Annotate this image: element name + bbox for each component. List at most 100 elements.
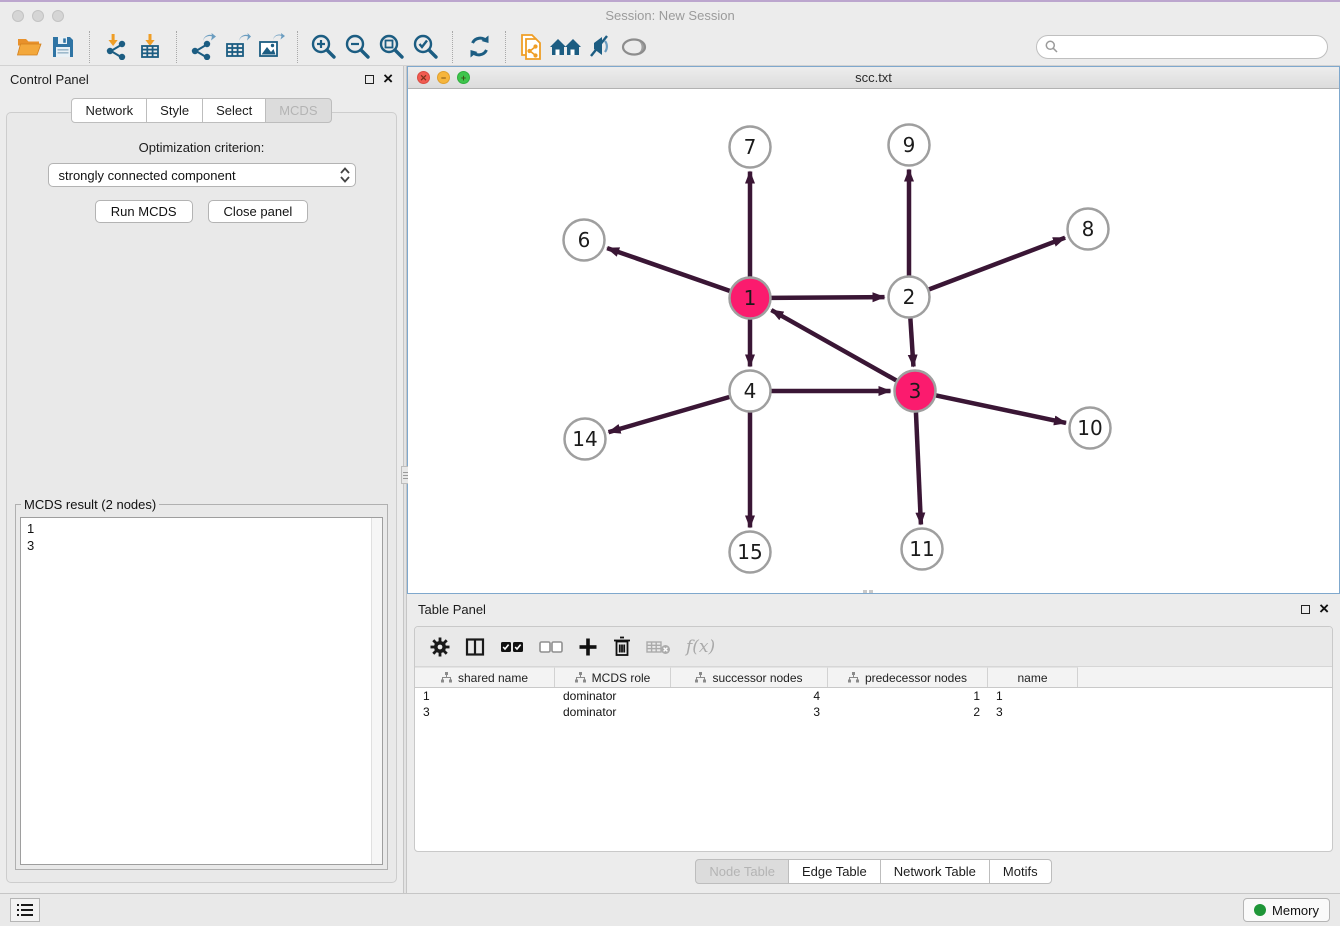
tab-select[interactable]: Select — [202, 98, 266, 123]
close-panel-icon[interactable]: × — [383, 74, 393, 84]
cell-successor-nodes[interactable]: 4 — [671, 688, 828, 704]
cell-mcds-role[interactable]: dominator — [555, 688, 671, 704]
zoom-in-icon[interactable] — [307, 31, 341, 63]
network-canvas[interactable]: 1 2 3 4 6 7 8 9 10 11 14 15 — [408, 89, 1339, 593]
export-table-icon[interactable] — [220, 31, 254, 63]
import-public-network-icon[interactable] — [515, 31, 549, 63]
column-header-mcds-role[interactable]: MCDS role — [555, 667, 671, 687]
delete-column-icon[interactable] — [613, 636, 631, 657]
network-view-title: scc.txt — [408, 70, 1339, 85]
graph-edge-3-11[interactable] — [916, 412, 921, 524]
float-table-panel-icon[interactable] — [1301, 605, 1310, 614]
cell-shared-name[interactable]: 1 — [415, 688, 555, 704]
graph-node-6[interactable]: 6 — [564, 220, 605, 261]
zoom-out-icon[interactable] — [341, 31, 375, 63]
column-type-icon — [848, 672, 859, 683]
network-view-titlebar[interactable]: ✕ − + scc.txt — [408, 67, 1339, 89]
close-table-panel-icon[interactable]: × — [1319, 604, 1329, 614]
float-panel-icon[interactable] — [365, 75, 374, 84]
svg-text:6: 6 — [578, 228, 591, 252]
column-header-name[interactable]: name — [988, 667, 1078, 687]
zoom-fit-icon[interactable] — [375, 31, 409, 63]
svg-text:8: 8 — [1082, 217, 1095, 241]
mcds-result-list[interactable]: 1 3 — [20, 517, 383, 865]
graph-node-9[interactable]: 9 — [889, 125, 930, 166]
column-type-icon — [575, 672, 586, 683]
settings-gear-icon[interactable] — [430, 637, 450, 657]
select-all-icon[interactable] — [500, 637, 524, 657]
view-minimize-button[interactable]: − — [437, 71, 450, 84]
import-table-icon[interactable] — [133, 31, 167, 63]
view-maximize-button[interactable]: + — [457, 71, 470, 84]
eye-icon[interactable] — [617, 31, 651, 63]
tab-network-table[interactable]: Network Table — [880, 859, 990, 884]
deselect-all-icon[interactable] — [539, 637, 563, 657]
table-panel: Table Panel × f(x) — [407, 594, 1340, 893]
import-network-icon[interactable] — [99, 31, 133, 63]
search-input[interactable] — [1063, 39, 1319, 54]
graph-node-14[interactable]: 14 — [565, 419, 606, 460]
tab-style[interactable]: Style — [146, 98, 203, 123]
graph-node-4[interactable]: 4 — [730, 371, 771, 412]
task-history-button[interactable] — [10, 898, 40, 922]
criterion-select[interactable]: strongly connected component — [48, 163, 356, 187]
home-icon[interactable] — [549, 31, 583, 63]
cell-shared-name[interactable]: 3 — [415, 704, 555, 720]
svg-text:3: 3 — [909, 379, 922, 403]
graph-node-3[interactable]: 3 — [895, 371, 936, 412]
export-image-icon[interactable] — [254, 31, 288, 63]
graph-node-7[interactable]: 7 — [730, 127, 771, 168]
tab-motifs[interactable]: Motifs — [989, 859, 1052, 884]
column-header-successor-nodes[interactable]: successor nodes — [671, 667, 828, 687]
mcds-result-group: MCDS result (2 nodes) 1 3 — [15, 497, 388, 870]
toolbar-separator — [297, 31, 298, 63]
table-panel-title: Table Panel — [418, 602, 486, 617]
close-panel-button[interactable]: Close panel — [208, 200, 309, 223]
graph-edge-4-14[interactable] — [609, 397, 730, 432]
cell-predecessor-nodes[interactable]: 2 — [828, 704, 988, 720]
result-scrollbar[interactable] — [371, 518, 382, 864]
graph-edge-2-3[interactable] — [910, 318, 913, 366]
graph-node-8[interactable]: 8 — [1068, 209, 1109, 250]
run-mcds-button[interactable]: Run MCDS — [95, 200, 193, 223]
search-field[interactable] — [1036, 35, 1328, 59]
open-file-icon[interactable] — [12, 31, 46, 63]
graph-edge-2-8[interactable] — [929, 238, 1065, 290]
export-network-icon[interactable] — [186, 31, 220, 63]
tab-network[interactable]: Network — [71, 98, 147, 123]
cell-mcds-role[interactable]: dominator — [555, 704, 671, 720]
tab-mcds[interactable]: MCDS — [265, 98, 331, 123]
graphics-details-off-icon[interactable] — [583, 31, 617, 63]
cell-name[interactable]: 3 — [988, 704, 1078, 720]
graph-node-10[interactable]: 10 — [1070, 408, 1111, 449]
column-header-shared-name[interactable]: shared name — [415, 667, 555, 687]
memory-button[interactable]: Memory — [1243, 898, 1330, 922]
graph-edge-3-10[interactable] — [936, 395, 1066, 422]
add-column-icon[interactable] — [578, 637, 598, 657]
zoom-selected-icon[interactable] — [409, 31, 443, 63]
svg-text:15: 15 — [737, 540, 762, 564]
graph-node-1[interactable]: 1 — [730, 278, 771, 319]
graph-edge-3-1[interactable] — [771, 310, 896, 380]
cell-name[interactable]: 1 — [988, 688, 1078, 704]
table-row[interactable]: 3 dominator 3 2 3 — [415, 704, 1332, 720]
graph-node-15[interactable]: 15 — [730, 532, 771, 573]
control-panel-tabs: Network Style Select MCDS — [0, 98, 403, 123]
edge-layer — [607, 170, 1066, 528]
view-close-button[interactable]: ✕ — [417, 71, 430, 84]
svg-text:9: 9 — [903, 133, 916, 157]
graph-node-2[interactable]: 2 — [889, 277, 930, 318]
svg-text:14: 14 — [572, 427, 597, 451]
graph-edge-1-2[interactable] — [771, 297, 884, 298]
tab-node-table[interactable]: Node Table — [695, 859, 789, 884]
tab-edge-table[interactable]: Edge Table — [788, 859, 881, 884]
save-session-icon[interactable] — [46, 31, 80, 63]
column-header-predecessor-nodes[interactable]: predecessor nodes — [828, 667, 988, 687]
graph-node-11[interactable]: 11 — [902, 529, 943, 570]
refresh-view-icon[interactable] — [462, 31, 496, 63]
cell-successor-nodes[interactable]: 3 — [671, 704, 828, 720]
graph-edge-1-6[interactable] — [607, 248, 730, 291]
show-column-panel-icon[interactable] — [465, 637, 485, 657]
table-row[interactable]: 1 dominator 4 1 1 — [415, 688, 1332, 704]
cell-predecessor-nodes[interactable]: 1 — [828, 688, 988, 704]
